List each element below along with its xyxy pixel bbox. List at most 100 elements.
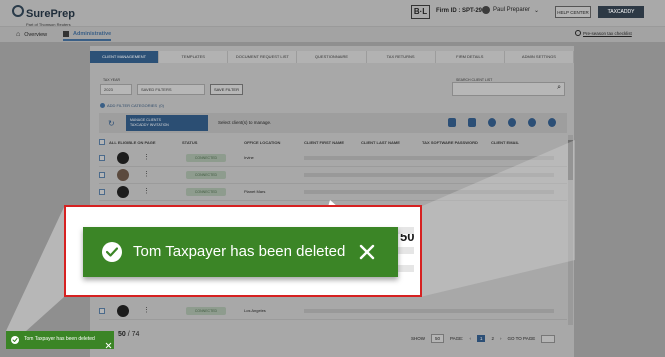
status-badge: CONNECTED bbox=[186, 307, 226, 315]
excel-export-icon[interactable] bbox=[448, 118, 456, 127]
search-icon: ⌕ bbox=[557, 84, 561, 91]
check-icon bbox=[11, 336, 19, 344]
header-client-last-name[interactable]: CLIENT LAST NAME bbox=[361, 140, 400, 145]
select-all-checkbox[interactable] bbox=[99, 139, 105, 145]
goto-page-input[interactable] bbox=[541, 334, 556, 343]
plus-icon bbox=[100, 103, 105, 108]
table-row[interactable]: ⋮ CONNECTED Irvine bbox=[99, 150, 567, 167]
more-vertical-icon[interactable]: ⋮ bbox=[143, 170, 150, 178]
columns-icon[interactable] bbox=[468, 118, 476, 127]
header-tax-software-password[interactable]: TAX SOFTWARE PASSWORD bbox=[422, 140, 478, 145]
zoom-callout: 50 Tom Taxpayer has been deleted bbox=[64, 205, 422, 297]
manage-value: TAXCADDY INVITATION bbox=[130, 123, 169, 127]
saved-filters-select[interactable]: SAVED FILTERS bbox=[137, 84, 205, 95]
nav-overview[interactable]: ⌂ Overview bbox=[16, 31, 47, 38]
row-checkbox[interactable] bbox=[99, 155, 105, 161]
home-icon: ⌂ bbox=[16, 31, 21, 38]
more-vertical-icon[interactable]: ⋮ bbox=[143, 153, 150, 161]
tab-tax-returns[interactable]: TAX RETURNS bbox=[366, 51, 436, 63]
tax-year-select[interactable]: 2023 bbox=[100, 84, 132, 95]
tab-document-request-list[interactable]: DOCUMENT REQUEST LIST bbox=[228, 51, 298, 63]
tab-firm-details[interactable]: FIRM DETAILS bbox=[435, 51, 505, 63]
user-menu[interactable]: Paul Preparer ⌄ bbox=[482, 6, 539, 14]
redacted-cells bbox=[304, 190, 554, 194]
checklist-label: Pre-season tax checklist bbox=[583, 30, 632, 36]
scrollbar-thumb[interactable] bbox=[568, 140, 573, 180]
taxcaddy-button[interactable]: TAXCADDY bbox=[598, 6, 644, 18]
toast-message: Tom Taxpayer has been deleted bbox=[133, 243, 346, 260]
close-icon[interactable] bbox=[105, 336, 112, 349]
table-row[interactable]: ⋮ CONNECTED bbox=[99, 167, 567, 184]
firm-id: Firm ID : SPT-29 bbox=[436, 8, 483, 14]
sureprep-logo[interactable]: SurePrep Part of Thomson Reuters bbox=[12, 4, 75, 27]
next-page-icon[interactable]: › bbox=[500, 336, 502, 341]
more-vertical-icon[interactable]: ⋮ bbox=[143, 187, 150, 195]
manage-clients-select[interactable]: MANAGE CLIENTS TAXCADDY INVITATION bbox=[126, 115, 208, 131]
save-filter-button[interactable]: SAVE FILTER bbox=[210, 84, 243, 95]
record-count: 50 / 74 bbox=[118, 331, 139, 338]
logo-text: SurePrep bbox=[26, 8, 75, 20]
manage-label: MANAGE CLIENTS bbox=[130, 118, 161, 122]
header-status[interactable]: STATUS bbox=[182, 140, 197, 145]
header-office-location[interactable]: OFFICE LOCATION bbox=[244, 140, 280, 145]
manage-toolbar: ↻ MANAGE CLIENTS TAXCADDY INVITATION Sel… bbox=[99, 113, 567, 133]
page-label: PAGE: bbox=[450, 336, 464, 341]
tab-questionnaire[interactable]: QUESTIONNAIRE bbox=[297, 51, 367, 63]
table-row[interactable]: ⋮ CONNECTED Planet Mars bbox=[99, 184, 567, 201]
row-checkbox[interactable] bbox=[99, 189, 105, 195]
deleted-toast-enlarged: Tom Taxpayer has been deleted bbox=[83, 227, 398, 277]
pre-season-checklist-link[interactable]: Pre-season tax checklist bbox=[575, 30, 632, 36]
page-size-select[interactable]: 50 bbox=[431, 334, 445, 343]
tab-client-management[interactable]: CLIENT MANAGEMENT bbox=[90, 51, 160, 63]
tab-templates[interactable]: TEMPLATES bbox=[159, 51, 229, 63]
status-badge: CONNECTED bbox=[186, 171, 226, 179]
header-client-first-name[interactable]: CLIENT FIRST NAME bbox=[304, 140, 344, 145]
page-2-button[interactable]: 2 bbox=[491, 336, 494, 341]
logo-check-icon bbox=[12, 5, 24, 17]
office-location: Irvine bbox=[244, 155, 254, 160]
top-header: SurePrep Part of Thomson Reuters B·L Fir… bbox=[0, 0, 665, 27]
nav-administrative[interactable]: Administrative bbox=[63, 31, 112, 41]
avatar bbox=[117, 186, 129, 198]
admin-icon bbox=[63, 31, 69, 37]
header-all-eligible[interactable]: ALL ELIGIBLE ON PAGE bbox=[109, 140, 156, 145]
toolbar-hint: Select client(s) to manage. bbox=[218, 120, 272, 125]
prev-page-icon[interactable]: ‹ bbox=[469, 336, 471, 341]
search-input[interactable]: ⌕ bbox=[452, 82, 565, 96]
nav-administrative-label: Administrative bbox=[73, 31, 112, 37]
office-location: Planet Mars bbox=[244, 189, 266, 194]
tab-admin-settings[interactable]: ADMIN SETTINGS bbox=[504, 51, 574, 63]
status-badge: CONNECTED bbox=[186, 188, 226, 196]
table-row[interactable]: ⋮ CONNECTED Los Angeles bbox=[99, 303, 567, 320]
avatar bbox=[117, 305, 129, 317]
add-client-icon[interactable] bbox=[488, 118, 496, 127]
add-filter-categories[interactable]: ADD FILTER CATEGORIES (0) bbox=[100, 103, 164, 108]
grid-header: ALL ELIGIBLE ON PAGE STATUS OFFICE LOCAT… bbox=[99, 137, 567, 149]
sub-navigation: ⌂ Overview Administrative bbox=[0, 26, 665, 42]
refresh-icon[interactable]: ↻ bbox=[108, 119, 115, 128]
office-location: Los Angeles bbox=[244, 308, 266, 313]
check-icon bbox=[102, 242, 122, 262]
help-center-button[interactable]: HELP CENTER bbox=[555, 6, 591, 18]
pagination: SHOW 50 PAGE: ‹ 1 2 › GO TO PAGE bbox=[411, 334, 556, 343]
more-vertical-icon[interactable]: ⋮ bbox=[143, 306, 150, 314]
bl-badge: B·L bbox=[411, 5, 430, 19]
client-management-panel: CLIENT MANAGEMENT TEMPLATES DOCUMENT REQ… bbox=[90, 46, 574, 357]
help-icon[interactable] bbox=[548, 118, 556, 127]
show-label: SHOW bbox=[411, 336, 425, 341]
chevron-down-icon: ⌄ bbox=[534, 7, 540, 14]
user-alert-icon[interactable] bbox=[508, 118, 516, 127]
row-checkbox[interactable] bbox=[99, 172, 105, 178]
header-client-email[interactable]: CLIENT EMAIL bbox=[491, 140, 519, 145]
redacted-cells bbox=[304, 156, 554, 160]
user-icon bbox=[482, 6, 490, 14]
page-1-button[interactable]: 1 bbox=[476, 335, 486, 342]
avatar bbox=[117, 169, 129, 181]
close-icon[interactable] bbox=[358, 243, 376, 261]
group-icon[interactable] bbox=[528, 118, 536, 127]
toast-message: Tom Taxpayer has been deleted bbox=[24, 336, 95, 342]
avatar bbox=[117, 152, 129, 164]
admin-tabs: CLIENT MANAGEMENT TEMPLATES DOCUMENT REQ… bbox=[90, 51, 574, 63]
row-checkbox[interactable] bbox=[99, 308, 105, 314]
help-circle-icon bbox=[575, 30, 581, 36]
